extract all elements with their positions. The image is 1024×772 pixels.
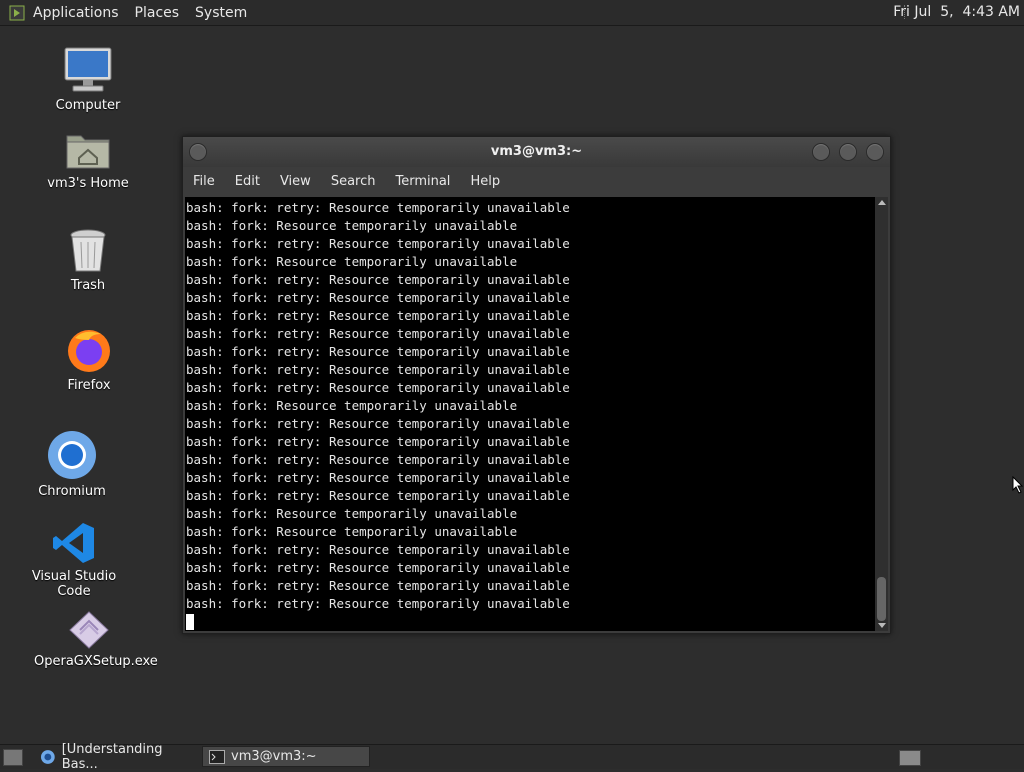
window-titlebar[interactable]: vm3@vm3:~ <box>183 137 890 167</box>
computer-icon <box>64 47 112 92</box>
terminal-line: bash: fork: retry: Resource temporarily … <box>186 560 570 575</box>
menu-edit[interactable]: Edit <box>225 174 270 189</box>
desktop-icon-chromium[interactable]: Chromium <box>17 430 127 499</box>
terminal-line: bash: fork: retry: Resource temporarily … <box>186 326 570 341</box>
terminal-line: bash: fork: Resource temporarily unavail… <box>186 254 518 269</box>
system-menu[interactable]: System <box>187 5 255 21</box>
terminal-line: bash: fork: retry: Resource temporarily … <box>186 362 570 377</box>
terminal-line: bash: fork: retry: Resource temporarily … <box>186 542 570 557</box>
taskbar-item-label: [Understanding Bas... <box>61 741 163 772</box>
home-folder-icon <box>66 135 110 169</box>
desktop-icon-vscode[interactable]: Visual Studio Code <box>19 521 129 599</box>
mouse-pointer-icon <box>1012 476 1024 494</box>
desktop-icon-trash[interactable]: Trash <box>33 228 143 293</box>
terminal-line: bash: fork: retry: Resource temporarily … <box>186 308 570 323</box>
terminal-line: bash: fork: retry: Resource temporarily … <box>186 416 570 431</box>
terminal-line: bash: fork: Resource temporarily unavail… <box>186 398 518 413</box>
distro-logo-icon[interactable] <box>9 5 25 21</box>
terminal-line: bash: fork: retry: Resource temporarily … <box>186 344 570 359</box>
applications-menu[interactable]: Applications <box>25 5 127 21</box>
menu-view[interactable]: View <box>270 174 321 189</box>
show-desktop-icon[interactable] <box>3 749 23 766</box>
menu-search[interactable]: Search <box>321 174 386 189</box>
terminal-window[interactable]: vm3@vm3:~ File Edit View Search Terminal… <box>182 136 891 634</box>
desktop-icon-label: vm3's Home <box>47 176 129 191</box>
terminal-line: bash: fork: retry: Resource temporarily … <box>186 380 570 395</box>
desktop-icon-label: Visual Studio Code <box>31 569 117 599</box>
menu-help[interactable]: Help <box>460 174 510 189</box>
taskbar-item-label: vm3@vm3:~ <box>231 749 317 764</box>
terminal-icon <box>209 749 225 764</box>
top-panel: Applications Places System Fri Jul 5, 4:… <box>0 0 1024 26</box>
terminal-line: bash: fork: retry: Resource temporarily … <box>186 434 570 449</box>
terminal-line: bash: fork: retry: Resource temporarily … <box>186 290 570 305</box>
desktop-icon-label: OperaGXSetup.exe <box>34 654 158 669</box>
terminal-output[interactable]: bash: fork: retry: Resource temporarily … <box>185 197 875 631</box>
desktop-icon-label: Computer <box>55 98 121 113</box>
trash-icon <box>70 229 106 272</box>
terminal-line: bash: fork: retry: Resource temporarily … <box>186 236 570 251</box>
desktop-icon-firefox[interactable]: Firefox <box>34 326 144 393</box>
text-cursor <box>186 614 194 630</box>
terminal-line: bash: fork: retry: Resource temporarily … <box>186 578 570 593</box>
vertical-scrollbar[interactable] <box>875 197 888 631</box>
bottom-panel: [Understanding Bas... vm3@vm3:~ <box>0 742 1024 772</box>
clock[interactable]: Fri Jul 5, 4:43 AM <box>893 4 1020 20</box>
vscode-icon <box>53 523 94 563</box>
close-button[interactable] <box>866 143 884 161</box>
desktop-icon-computer[interactable]: Computer <box>33 46 143 113</box>
terminal-line: bash: fork: retry: Resource temporarily … <box>186 488 570 503</box>
scroll-up-arrow-icon[interactable] <box>878 200 886 205</box>
terminal-line: bash: fork: Resource temporarily unavail… <box>186 506 518 521</box>
desktop-icon-operagx-installer[interactable]: OperaGXSetup.exe <box>34 610 158 669</box>
taskbar-item-browser[interactable]: [Understanding Bas... <box>34 742 200 772</box>
terminal-line: bash: fork: retry: Resource temporarily … <box>186 470 570 485</box>
terminal-prompt-line <box>186 613 875 631</box>
minimize-button[interactable] <box>812 143 830 161</box>
desktop-icon-label: Firefox <box>67 378 111 393</box>
taskbar-item-terminal[interactable]: vm3@vm3:~ <box>202 746 370 767</box>
terminal-line: bash: fork: Resource temporarily unavail… <box>186 524 518 539</box>
chromium-icon <box>48 431 96 479</box>
desktop-icon-home[interactable]: vm3's Home <box>33 128 143 191</box>
scrollbar-thumb[interactable] <box>877 577 886 621</box>
terminal-line: bash: fork: retry: Resource temporarily … <box>186 272 570 287</box>
menu-file[interactable]: File <box>183 174 225 189</box>
installer-icon <box>69 611 109 649</box>
scroll-down-arrow-icon[interactable] <box>878 623 886 628</box>
places-menu[interactable]: Places <box>127 5 188 21</box>
window-title: vm3@vm3:~ <box>490 144 583 159</box>
maximize-button[interactable] <box>839 143 857 161</box>
menu-terminal[interactable]: Terminal <box>385 174 460 189</box>
browser-icon <box>40 749 55 764</box>
terminal-line: bash: fork: retry: Resource temporarily … <box>186 452 570 467</box>
workspace-switcher[interactable] <box>899 750 921 766</box>
desktop-icon-label: Chromium <box>38 484 106 499</box>
terminal-line: bash: fork: Resource temporarily unavail… <box>186 218 518 233</box>
terminal-line: bash: fork: retry: Resource temporarily … <box>186 200 570 215</box>
terminal-menubar: File Edit View Search Terminal Help <box>183 167 890 195</box>
desktop-icon-label: Trash <box>70 278 106 293</box>
firefox-icon <box>68 330 110 372</box>
terminal-line: bash: fork: retry: Resource temporarily … <box>186 596 570 611</box>
